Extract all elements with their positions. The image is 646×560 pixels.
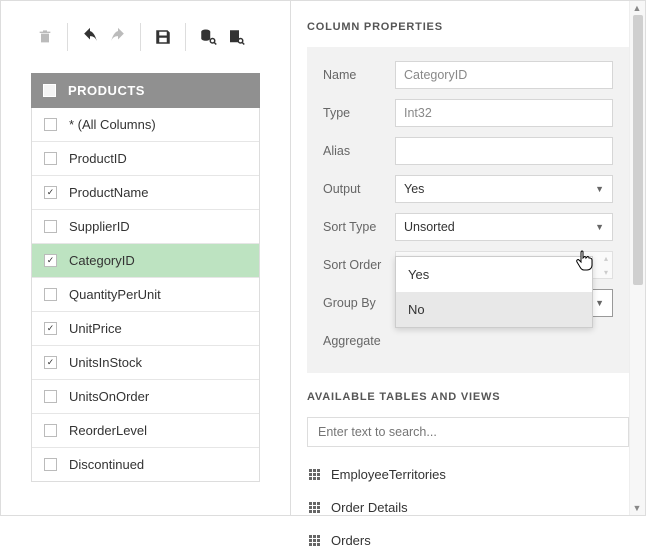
table-grid-icon	[309, 502, 323, 514]
column-label: UnitsInStock	[69, 355, 142, 370]
groupby-dropdown: YesNo	[395, 256, 593, 328]
column-list: * (All Columns) ProductID ✓ ProductName Supp…	[31, 108, 260, 482]
table-name-label: PRODUCTS	[68, 83, 145, 98]
search-input[interactable]	[307, 417, 629, 447]
app-window: PRODUCTS * (All Columns) ProductID ✓ Produc…	[0, 0, 646, 516]
scroll-up-icon[interactable]: ▲	[632, 3, 642, 13]
column-item[interactable]: QuantityPerUnit	[32, 278, 259, 312]
column-item[interactable]: * (All Columns)	[32, 108, 259, 142]
column-label: * (All Columns)	[69, 117, 156, 132]
left-panel: PRODUCTS * (All Columns) ProductID ✓ Produc…	[1, 1, 291, 515]
available-tables: EmployeeTerritories Order Details Orders	[307, 417, 629, 560]
column-item[interactable]: ✓ UnitPrice	[32, 312, 259, 346]
separator	[185, 23, 186, 51]
trash-icon[interactable]	[31, 21, 59, 53]
table-label: Orders	[331, 533, 371, 548]
table-header[interactable]: PRODUCTS	[31, 73, 260, 108]
sorttype-value: Unsorted	[404, 220, 455, 234]
column-label: SupplierID	[69, 219, 130, 234]
column-item[interactable]: ✓ CategoryID	[32, 244, 259, 278]
column-label: CategoryID	[69, 253, 135, 268]
column-checkbox[interactable]	[44, 288, 57, 301]
save-icon[interactable]	[149, 21, 177, 53]
label-name: Name	[323, 68, 395, 82]
column-item[interactable]: ✓ UnitsInStock	[32, 346, 259, 380]
column-label: UnitsOnOrder	[69, 389, 149, 404]
column-checkbox[interactable]: ✓	[44, 186, 57, 199]
table-item[interactable]: Orders	[307, 527, 629, 560]
separator	[67, 23, 68, 51]
column-checkbox[interactable]: ✓	[44, 322, 57, 335]
chevron-down-icon: ▼	[595, 298, 604, 308]
column-item[interactable]: ✓ ProductName	[32, 176, 259, 210]
label-type: Type	[323, 106, 395, 120]
scrollbar[interactable]: ▲ ▼	[629, 1, 645, 515]
column-checkbox[interactable]	[44, 390, 57, 403]
dropdown-option[interactable]: Yes	[396, 257, 592, 292]
column-label: Discontinued	[69, 457, 144, 472]
column-item[interactable]: ReorderLevel	[32, 414, 259, 448]
table-item[interactable]: EmployeeTerritories	[307, 461, 629, 494]
label-alias: Alias	[323, 144, 395, 158]
output-select[interactable]: Yes ▼	[395, 175, 613, 203]
section-title-properties: COLUMN PROPERTIES	[307, 21, 629, 33]
query-search-icon[interactable]	[222, 21, 250, 53]
label-aggregate: Aggregate	[323, 334, 395, 348]
db-search-icon[interactable]	[194, 21, 222, 53]
label-output: Output	[323, 182, 395, 196]
label-groupby: Group By	[323, 296, 395, 310]
chevron-down-icon: ▼	[595, 222, 604, 232]
column-label: QuantityPerUnit	[69, 287, 161, 302]
section-title-available: AVAILABLE TABLES AND VIEWS	[307, 391, 629, 403]
redo-icon[interactable]	[104, 21, 132, 53]
alias-field[interactable]	[395, 137, 613, 165]
column-checkbox[interactable]	[44, 424, 57, 437]
scrollbar-thumb[interactable]	[633, 15, 643, 285]
separator	[140, 23, 141, 51]
column-item[interactable]: UnitsOnOrder	[32, 380, 259, 414]
sorttype-select[interactable]: Unsorted ▼	[395, 213, 613, 241]
table-label: EmployeeTerritories	[331, 467, 446, 482]
type-field	[395, 99, 613, 127]
scroll-down-icon[interactable]: ▼	[632, 503, 642, 513]
label-sorttype: Sort Type	[323, 220, 395, 234]
column-checkbox[interactable]	[44, 220, 57, 233]
column-item[interactable]: SupplierID	[32, 210, 259, 244]
column-checkbox[interactable]: ✓	[44, 254, 57, 267]
toolbar	[31, 21, 260, 53]
column-checkbox[interactable]	[44, 118, 57, 131]
select-all-checkbox[interactable]	[43, 84, 56, 97]
output-value: Yes	[404, 182, 424, 196]
column-checkbox[interactable]	[44, 458, 57, 471]
table-item[interactable]: Order Details	[307, 494, 629, 527]
column-label: ProductID	[69, 151, 127, 166]
name-field	[395, 61, 613, 89]
label-sortorder: Sort Order	[323, 258, 395, 272]
column-checkbox[interactable]: ✓	[44, 356, 57, 369]
column-item[interactable]: ProductID	[32, 142, 259, 176]
table-grid-icon	[309, 535, 323, 547]
undo-icon[interactable]	[76, 21, 104, 53]
column-checkbox[interactable]	[44, 152, 57, 165]
right-panel: COLUMN PROPERTIES Name Type Alias Output…	[291, 1, 645, 515]
column-label: ProductName	[69, 185, 148, 200]
dropdown-option[interactable]: No	[396, 292, 592, 327]
column-label: UnitPrice	[69, 321, 122, 336]
column-item[interactable]: Discontinued	[32, 448, 259, 481]
column-label: ReorderLevel	[69, 423, 147, 438]
table-grid-icon	[309, 469, 323, 481]
table-label: Order Details	[331, 500, 408, 515]
chevron-down-icon: ▼	[595, 184, 604, 194]
